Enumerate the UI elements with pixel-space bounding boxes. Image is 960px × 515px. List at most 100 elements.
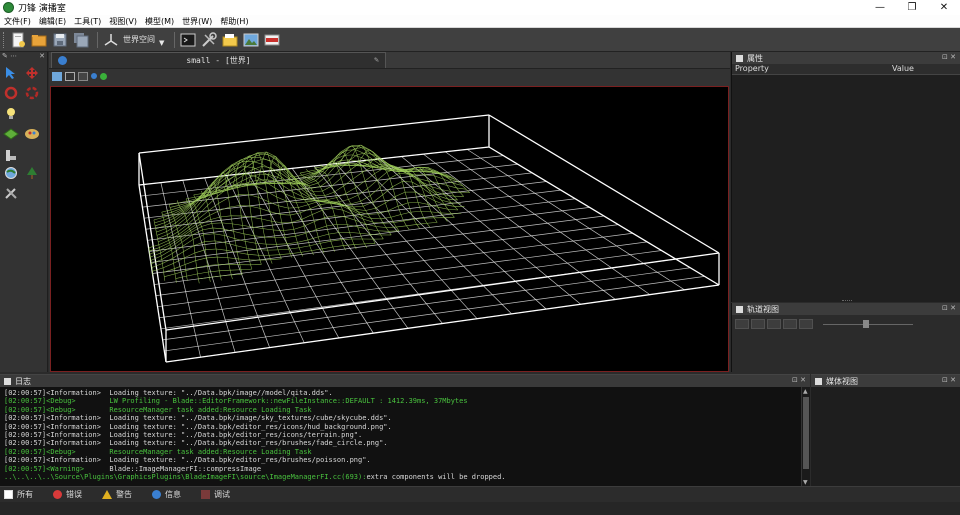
filter-all[interactable]: 所有 [4, 489, 33, 500]
save-all-icon[interactable] [72, 31, 90, 49]
log-line: [02:00:57]<Information> Loading texture:… [4, 414, 800, 422]
pin-close-icon[interactable]: ⊡ ✕ [942, 304, 956, 312]
terrain-wire [173, 218, 176, 221]
terrain-wire [332, 208, 343, 211]
menu-tools[interactable]: 工具(T) [74, 16, 101, 27]
filter-warning[interactable]: 警告 [102, 489, 132, 500]
menu-help[interactable]: 帮助(H) [220, 16, 248, 27]
terrain-icon[interactable] [3, 125, 19, 141]
open-folder-icon[interactable] [30, 31, 48, 49]
terrain-wire [362, 206, 366, 211]
filter-label: 所有 [17, 490, 33, 499]
coordinate-space-select[interactable]: 世界空间 ▼ [123, 33, 164, 47]
view-mode-icon[interactable] [78, 71, 88, 81]
splitter-grip[interactable] [842, 300, 852, 302]
new-file-icon[interactable] [9, 31, 27, 49]
terrain-wire [185, 217, 188, 222]
maximize-button[interactable]: ❐ [896, 0, 928, 15]
rotate-red-icon[interactable] [3, 85, 19, 101]
camera-icon[interactable] [52, 71, 62, 81]
pin-icon[interactable]: ✎ ⋯ [2, 52, 17, 62]
pin-close-icon[interactable]: ⊡ ✕ [792, 376, 806, 384]
dropdown-icon[interactable] [91, 73, 97, 79]
move-red-icon[interactable] [24, 65, 40, 81]
pin-close-icon[interactable]: ⊡ ✕ [942, 376, 956, 384]
terrain-wire [238, 258, 241, 265]
toolbar-grip[interactable] [3, 31, 6, 48]
settings-tools-icon[interactable] [200, 31, 218, 49]
terrain-wire [177, 202, 180, 206]
close-icon[interactable]: ✕ [39, 52, 45, 62]
terrain-wire [219, 210, 222, 217]
log-output[interactable]: [02:00:57]<Information> Loading texture:… [0, 387, 800, 487]
log-line-text: [02:00:57]<Debug> ResourceManager task a… [4, 405, 312, 414]
save-icon[interactable] [51, 31, 69, 49]
terrain-wire [410, 211, 422, 213]
terrain-wire [256, 249, 259, 256]
terrain-wire [248, 194, 259, 198]
scroll-down-icon[interactable]: ▼ [803, 479, 810, 486]
track-play-button[interactable] [767, 319, 781, 329]
select-arrow-icon[interactable] [3, 65, 19, 81]
log-panel: 日志 ⊡ ✕ [02:00:57]<Information> Loading t… [0, 374, 810, 487]
terrain-wire [219, 270, 221, 277]
grid-toggle-icon[interactable] [65, 71, 75, 81]
terrain-wire [224, 235, 226, 243]
pin-close-icon[interactable]: ⊡ ✕ [942, 53, 956, 61]
log-scrollbar[interactable]: ▲ ▼ [801, 387, 810, 487]
menu-world[interactable]: 世界(W) [182, 16, 212, 27]
tab-viewport[interactable]: small - [世界] ✎ [51, 52, 386, 68]
scroll-up-icon[interactable]: ▲ [803, 388, 810, 395]
terrain-wire [283, 229, 294, 231]
terrain-wire [263, 158, 273, 162]
track-first-button[interactable] [735, 319, 749, 329]
tools-icon[interactable] [3, 185, 19, 201]
menu-view[interactable]: 视图(V) [109, 16, 137, 27]
track-prev-button[interactable] [751, 319, 765, 329]
light-bulb-icon[interactable] [3, 105, 19, 121]
menu-file[interactable]: 文件(F) [4, 16, 31, 27]
track-slider[interactable] [823, 319, 913, 328]
filter-debug[interactable]: 调试 [201, 489, 230, 500]
filter-error[interactable]: 错误 [53, 489, 82, 500]
terrain-wire [285, 235, 296, 238]
minimize-button[interactable]: — [864, 0, 896, 15]
menu-model[interactable]: 模型(M) [145, 16, 174, 27]
terrain-wire [184, 215, 187, 219]
ruler-icon[interactable] [3, 147, 19, 163]
column-value[interactable]: Value [892, 64, 914, 74]
close-icon[interactable]: ✎ [374, 55, 379, 64]
log-line-text: [02:00:57]<Debug> LW Profiling - Blade::… [4, 397, 468, 406]
filter-info[interactable]: 信息 [152, 489, 181, 500]
render-status-icon[interactable] [100, 72, 107, 80]
terrain-wire [395, 191, 406, 197]
terrain-wire [364, 243, 376, 245]
scroll-thumb[interactable] [803, 397, 809, 469]
terrain-wire [294, 197, 305, 200]
menu-edit[interactable]: 编辑(E) [39, 16, 66, 27]
terrain-wire [162, 263, 164, 268]
close-button[interactable]: ✕ [928, 0, 960, 15]
track-next-button[interactable] [783, 319, 797, 329]
render-viewport[interactable] [50, 86, 729, 372]
terrain-wire [208, 271, 210, 278]
paint-brush-icon[interactable] [24, 125, 40, 141]
tree-icon[interactable] [24, 165, 40, 181]
terrain-wire [227, 257, 230, 265]
terrain-wire [176, 200, 179, 204]
track-last-button[interactable] [799, 319, 813, 329]
terrain-wire [406, 225, 410, 230]
terrain-wire [392, 186, 396, 197]
film-icon[interactable] [263, 31, 281, 49]
column-property[interactable]: Property [732, 64, 892, 74]
terrain-wire [155, 228, 157, 233]
terrain-wire [352, 171, 363, 180]
screenshot-icon[interactable] [242, 31, 260, 49]
terrain-wire [302, 174, 305, 177]
console-icon[interactable] [179, 31, 197, 49]
terrain-wire [217, 196, 219, 204]
scale-red-icon[interactable] [24, 85, 40, 101]
folder-icon[interactable] [221, 31, 239, 49]
track-slider-handle[interactable] [863, 319, 869, 328]
globe-icon[interactable] [3, 165, 19, 181]
